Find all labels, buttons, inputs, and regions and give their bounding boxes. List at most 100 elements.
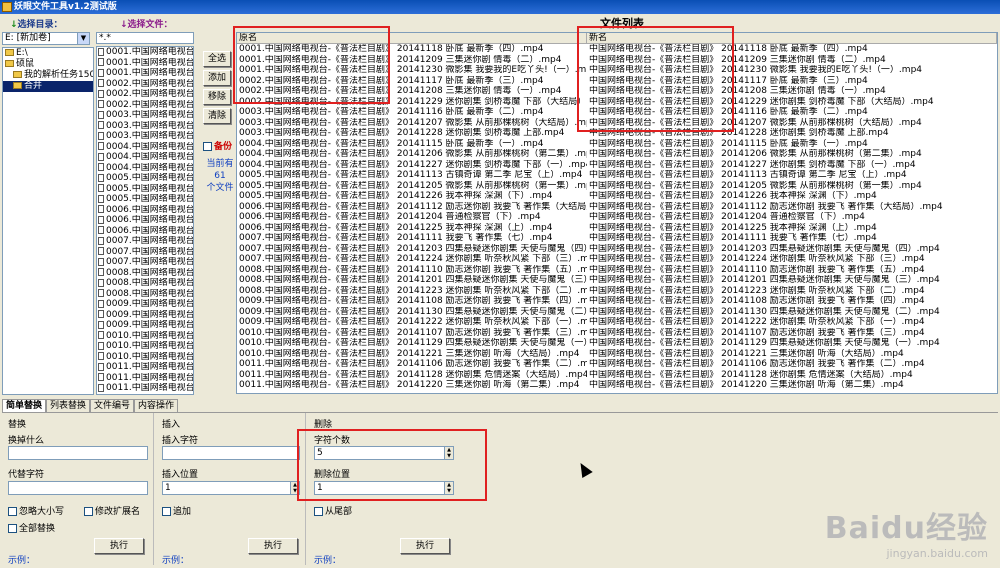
list-item[interactable]: 0006.中国网络电视台: [97, 226, 193, 237]
insert-pos-stepper[interactable]: 1 ▲ ▼: [162, 481, 300, 495]
tab-1[interactable]: 列表替换: [46, 399, 91, 412]
remove-button[interactable]: 移除: [203, 89, 231, 105]
table-row[interactable]: 0007.中国网络电视台-《普法栏目剧》 20141203 四集悬疑迷你剧集 天…: [237, 244, 997, 255]
file-icon: [98, 121, 104, 129]
tree-item[interactable]: 我的解析任务150: [3, 70, 93, 81]
table-row[interactable]: 0011.中国网络电视台-《普法栏目剧》 20141128 迷你剧集 危情迷案（…: [237, 370, 997, 381]
chevron-down-icon[interactable]: ▼: [77, 33, 89, 44]
file-filter-input[interactable]: *.*: [96, 32, 194, 44]
list-item[interactable]: 0002.中国网络电视台: [97, 100, 193, 111]
insert-char-label: 插入字符: [162, 436, 199, 446]
replace-run-button[interactable]: 执行: [94, 538, 144, 554]
list-item[interactable]: 0004.中国网络电视台: [97, 152, 193, 163]
table-row[interactable]: 0006.中国网络电视台-《普法栏目剧》 20141112 励志迷你剧 我要飞 …: [237, 202, 997, 213]
list-item[interactable]: 0005.中国网络电视台: [97, 184, 193, 195]
checkbox-box[interactable]: [84, 507, 93, 516]
tree-item[interactable]: 硕鼠: [3, 59, 93, 70]
table-row[interactable]: 0010.中国网络电视台-《普法栏目剧》 20141129 四集悬疑迷你剧集 天…: [237, 338, 997, 349]
table-row[interactable]: 0004.中国网络电视台-《普法栏目剧》 20141206 微影集 从前那棵桃树…: [237, 149, 997, 160]
delete-run-button[interactable]: 执行: [400, 538, 450, 554]
table-row[interactable]: 0008.中国网络电视台-《普法栏目剧》 20141110 励志迷你剧 我要飞 …: [237, 265, 997, 276]
table-row[interactable]: 0005.中国网络电视台-《普法栏目剧》 20141226 我本神探 深渊（下）…: [237, 191, 997, 202]
list-item[interactable]: 0001.中国网络电视台: [97, 47, 193, 58]
select-all-button[interactable]: 全选: [203, 51, 231, 67]
append-checkbox[interactable]: 追加: [162, 504, 191, 517]
modify-ext-checkbox[interactable]: 修改扩展名: [84, 504, 140, 517]
insert-run-button[interactable]: 执行: [248, 538, 298, 554]
tab-0[interactable]: 简单替换: [2, 399, 47, 412]
table-row[interactable]: 0004.中国网络电视台-《普法栏目剧》 20141115 卧底 最新季（一）.…: [237, 139, 997, 150]
table-row[interactable]: 0010.中国网络电视台-《普法栏目剧》 20141221 三集迷你剧 听海（大…: [237, 349, 997, 360]
original-name-cell: 0006.中国网络电视台-《普法栏目剧》 20141204 普通检察官（下）.m…: [239, 212, 541, 222]
list-item[interactable]: 0007.中国网络电视台: [97, 236, 193, 247]
tree-item[interactable]: 合并: [3, 81, 93, 92]
list-item[interactable]: 0002.中国网络电视台: [97, 89, 193, 100]
tab-3[interactable]: 内容操作: [134, 399, 179, 412]
list-item[interactable]: 0003.中国网络电视台: [97, 131, 193, 142]
from-end-checkbox[interactable]: 从尾部: [314, 504, 352, 517]
checkbox-box[interactable]: [8, 524, 17, 533]
list-item[interactable]: 0003.中国网络电视台: [97, 110, 193, 121]
list-item[interactable]: 0008.中国网络电视台: [97, 289, 193, 300]
insert-char-input[interactable]: [162, 446, 300, 460]
list-item[interactable]: 0003.中国网络电视台: [97, 121, 193, 132]
list-item[interactable]: 0007.中国网络电视台: [97, 257, 193, 268]
drive-select[interactable]: E: [新加卷] ▼: [2, 32, 90, 45]
list-item[interactable]: 0006.中国网络电视台: [97, 205, 193, 216]
list-item[interactable]: 0009.中国网络电视台: [97, 310, 193, 321]
table-row[interactable]: 0009.中国网络电视台-《普法栏目剧》 20141222 迷你剧集 听奈秋风紧…: [237, 317, 997, 328]
list-item[interactable]: 0001.中国网络电视台: [97, 58, 193, 69]
table-row[interactable]: 0008.中国网络电视台-《普法栏目剧》 20141201 四集悬疑迷你剧集 天…: [237, 275, 997, 286]
replace-all-checkbox[interactable]: 全部替换: [8, 521, 55, 534]
file-list[interactable]: 0001.中国网络电视台 0001.中国网络电视台 0001.中国网络电视台 0002…: [96, 46, 194, 395]
list-item[interactable]: 0009.中国网络电视台: [97, 299, 193, 310]
list-item[interactable]: 0005.中国网络电视台: [97, 173, 193, 184]
ignore-case-checkbox[interactable]: 忽略大小写: [8, 504, 64, 517]
current-count-suffix: 个文件: [206, 183, 234, 193]
list-item[interactable]: 0008.中国网络电视台: [97, 278, 193, 289]
add-button[interactable]: 添加: [203, 70, 231, 86]
list-item[interactable]: 0010.中国网络电视台: [97, 341, 193, 352]
replace-with-input[interactable]: [8, 481, 148, 495]
checkbox-box[interactable]: [8, 507, 17, 516]
list-item[interactable]: 0004.中国网络电视台: [97, 163, 193, 174]
list-item[interactable]: 0006.中国网络电视台: [97, 215, 193, 226]
table-row[interactable]: 0005.中国网络电视台-《普法栏目剧》 20141205 微影集 从前那棵桃树…: [237, 181, 997, 192]
list-item[interactable]: 0002.中国网络电视台: [97, 79, 193, 90]
clear-button[interactable]: 清除: [203, 108, 231, 124]
list-item[interactable]: 0011.中国网络电视台: [97, 373, 193, 384]
backup-checkbox[interactable]: 备份: [203, 139, 232, 152]
list-item[interactable]: 0004.中国网络电视台: [97, 142, 193, 153]
table-row[interactable]: 0011.中国网络电视台-《普法栏目剧》 20141106 励志迷你剧 我要飞 …: [237, 359, 997, 370]
list-item[interactable]: 0010.中国网络电视台: [97, 352, 193, 363]
table-row[interactable]: 0010.中国网络电视台-《普法栏目剧》 20141107 励志迷你剧 我要飞 …: [237, 328, 997, 339]
list-item[interactable]: 0007.中国网络电视台: [97, 247, 193, 258]
replace-what-input[interactable]: [8, 446, 148, 460]
list-item[interactable]: 0009.中国网络电视台: [97, 320, 193, 331]
checkbox-box[interactable]: [314, 507, 323, 516]
list-item[interactable]: 0011.中国网络电视台: [97, 383, 193, 394]
checkbox-box[interactable]: [162, 507, 171, 516]
table-row[interactable]: 0004.中国网络电视台-《普法栏目剧》 20141227 迷你剧集 剑桥毒魔 …: [237, 160, 997, 171]
checkbox-box[interactable]: [203, 142, 212, 151]
tree-item[interactable]: E:\: [3, 48, 93, 59]
tab-2[interactable]: 文件编号: [90, 399, 135, 412]
table-row[interactable]: 0005.中国网络电视台-《普法栏目剧》 20141113 古镇奇谭 第二季 尼…: [237, 170, 997, 181]
directory-tree[interactable]: E:\ 硕鼠 我的解析任务150 合并: [2, 47, 94, 395]
list-item[interactable]: 0001.中国网络电视台: [97, 68, 193, 79]
list-item[interactable]: 0005.中国网络电视台: [97, 194, 193, 205]
table-row[interactable]: 0008.中国网络电视台-《普法栏目剧》 20141223 迷你剧集 听奈秋风紧…: [237, 286, 997, 297]
watermark-brand: Baidu经验: [824, 511, 988, 546]
original-name-cell: 0004.中国网络电视台-《普法栏目剧》 20141227 迷你剧集 剑桥毒魔 …: [239, 159, 587, 170]
table-row[interactable]: 0007.中国网络电视台-《普法栏目剧》 20141111 我要飞 著作集（七）…: [237, 233, 997, 244]
table-row[interactable]: 0007.中国网络电视台-《普法栏目剧》 20141224 迷你剧集 听奈秋风紧…: [237, 254, 997, 265]
table-row[interactable]: 0006.中国网络电视台-《普法栏目剧》 20141225 我本神探 深渊（上）…: [237, 223, 997, 234]
table-row[interactable]: 0009.中国网络电视台-《普法栏目剧》 20141130 四集悬疑迷你剧集 天…: [237, 307, 997, 318]
table-row[interactable]: 0006.中国网络电视台-《普法栏目剧》 20141204 普通检察官（下）.m…: [237, 212, 997, 223]
file-name: 0006.中国网络电视台: [106, 204, 193, 215]
list-item[interactable]: 0010.中国网络电视台: [97, 331, 193, 342]
table-row[interactable]: 0009.中国网络电视台-《普法栏目剧》 20141108 励志迷你剧 我要飞 …: [237, 296, 997, 307]
table-row[interactable]: 0011.中国网络电视台-《普法栏目剧》 20141220 三集迷你剧 听海（第…: [237, 380, 997, 391]
list-item[interactable]: 0011.中国网络电视台: [97, 362, 193, 373]
list-item[interactable]: 0008.中国网络电视台: [97, 268, 193, 279]
